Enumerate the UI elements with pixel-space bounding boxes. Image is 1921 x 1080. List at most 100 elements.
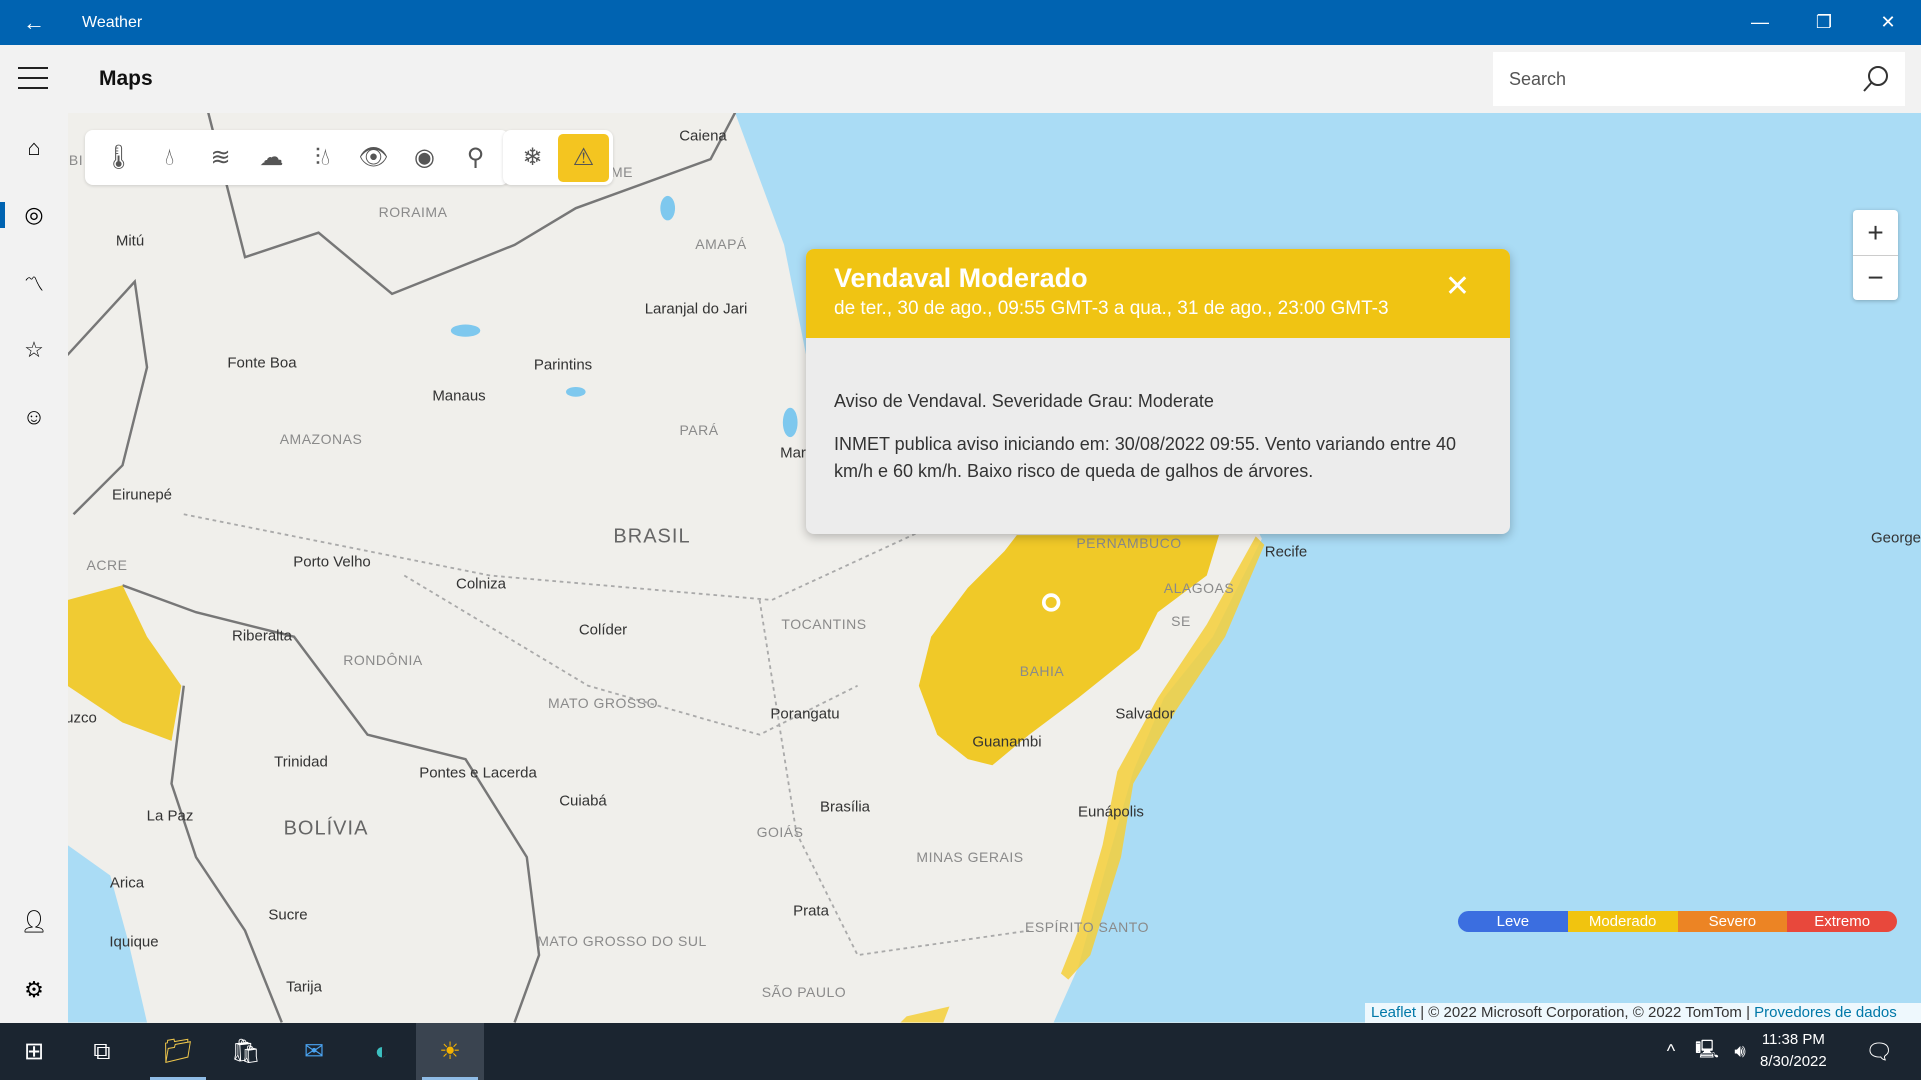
alert-severity: Aviso de Vendaval. Severidade Grau: Mode… — [834, 391, 1214, 411]
map-label: PARÁ — [679, 422, 719, 438]
map-label: ACRE — [86, 557, 128, 573]
visibility-icon[interactable]: 👁︎ — [348, 134, 399, 182]
hamburger-menu-icon[interactable] — [18, 67, 48, 89]
sidebar-item-forecast[interactable]: ⌂ — [0, 123, 68, 173]
map-attribution: Leaflet | © 2022 Microsoft Corporation, … — [1365, 1003, 1921, 1023]
notifications-button[interactable]: 🗨︎ — [1845, 1023, 1913, 1080]
map-label: Fonte Boa — [227, 354, 297, 372]
humidity-icon[interactable]: ⫶💧︎ — [297, 134, 348, 182]
zoom-in-button[interactable]: + — [1853, 210, 1898, 255]
alert-period: de ter., 30 de ago., 09:55 GMT-3 a qua.,… — [834, 298, 1389, 319]
map-label: Prata — [793, 902, 829, 920]
folder-icon: 📁︎ — [162, 1038, 194, 1065]
leaflet-link[interactable]: Leaflet — [1371, 1004, 1416, 1021]
snow-icon[interactable]: ❄ — [507, 134, 558, 182]
legend-moderado: Moderado — [1567, 911, 1678, 932]
map-label: Parintins — [533, 356, 593, 374]
search-input[interactable]: Search — [1493, 52, 1905, 106]
sidebar: ⌂ ◎ 〽 ☆ ☺ 👤︎ ⚙ — [0, 113, 68, 1023]
pressure-icon[interactable]: ◉ — [399, 134, 450, 182]
wind-icon[interactable]: ≋ — [195, 134, 246, 182]
edge-icon: ◐ — [374, 1037, 390, 1065]
map-label: George — [1870, 529, 1921, 547]
map-label: La Paz — [146, 807, 194, 825]
map-label: uzco — [68, 709, 97, 727]
start-button[interactable]: ⊞ — [0, 1023, 68, 1080]
map-label: AMAPÁ — [695, 236, 747, 252]
map-label: Colíder — [578, 621, 628, 639]
mail-button[interactable]: ✉ — [280, 1023, 348, 1080]
alert-title: Vendaval Moderado — [834, 263, 1088, 293]
edge-button[interactable]: ◐ — [348, 1023, 416, 1080]
weather-app-button[interactable]: ☀ — [416, 1023, 484, 1080]
map-label: Salvador — [1115, 705, 1175, 723]
sidebar-item-account[interactable]: 👤︎ — [0, 897, 68, 947]
map-label: SÃO PAULO — [761, 984, 847, 1000]
sidebar-item-settings[interactable]: ⚙ — [0, 965, 68, 1015]
temperature-icon[interactable]: 🌡︎ — [93, 134, 144, 182]
map-label: Mitú — [115, 232, 145, 250]
alert-popup: Vendaval Moderado de ter., 30 de ago., 0… — [806, 249, 1510, 534]
warning-icon[interactable]: ⚠ — [558, 133, 609, 182]
notification-icon: 🗨︎ — [1865, 1038, 1893, 1064]
severity-legend: Leve Moderado Severo Extremo — [1458, 911, 1897, 932]
search-icon[interactable] — [1861, 64, 1891, 94]
windows-icon: ⊞ — [23, 1038, 45, 1065]
map-label: ME — [611, 164, 633, 180]
map-label: Manaus — [432, 387, 486, 405]
map-label: Riberalta — [231, 627, 293, 645]
clock[interactable]: 11:38 PM 8/30/2022 — [1760, 1029, 1827, 1073]
sidebar-item-historical[interactable]: 〽 — [0, 257, 68, 307]
map-label: MATO GROSSO — [548, 695, 658, 711]
close-icon[interactable]: ✕ — [1445, 269, 1470, 304]
sidebar-item-favorites[interactable]: ☆ — [0, 325, 68, 375]
close-window-button[interactable]: ✕ — [1856, 0, 1920, 45]
map-label: Mar — [780, 444, 806, 462]
home-icon: ⌂ — [27, 135, 41, 160]
zoom-out-button[interactable]: − — [1853, 255, 1898, 300]
map-label: Laranjal do Jari — [644, 300, 748, 318]
map-label: Iquique — [109, 933, 159, 951]
map-label: Cuiabá — [559, 792, 607, 810]
map-label: MINAS GERAIS — [916, 849, 1024, 865]
map-label: ESPÍRITO SANTO — [1025, 919, 1149, 935]
map-label: BRASIL — [613, 525, 691, 548]
map-label: Sucre — [268, 906, 308, 924]
time: 11:38 PM — [1761, 1031, 1825, 1048]
app-title: Weather — [82, 13, 143, 31]
task-view-icon: ⧉ — [93, 1037, 111, 1065]
task-view-button[interactable]: ⧉ — [68, 1023, 136, 1080]
alert-toolbar: ❄ ⚠ — [503, 130, 613, 185]
sidebar-item-feedback[interactable]: ☺ — [0, 392, 68, 442]
map-label: Porto Velho — [293, 553, 371, 571]
person-icon: 👤︎ — [20, 909, 48, 934]
minimize-button[interactable]: — — [1728, 0, 1792, 45]
weather-sun-icon: ☀ — [439, 1038, 461, 1065]
radar-icon: ◎ — [24, 202, 44, 227]
taskbar: ⊞ ⧉ 📁︎ 🛍︎ ✉ ◐ ☀ ^ 🖳 🔊︎ 11:38 PM 8/30/202… — [0, 1023, 1921, 1080]
map-label: Brasília — [819, 798, 871, 816]
sidebar-item-maps[interactable]: ◎ — [0, 190, 68, 240]
gear-icon: ⚙ — [24, 977, 44, 1002]
attribution-text: | © 2022 Microsoft Corporation, © 2022 T… — [1416, 1004, 1755, 1021]
pollen-icon[interactable]: ⚲ — [450, 134, 501, 182]
restore-button[interactable]: ❐ — [1792, 0, 1856, 45]
chart-icon: 〽 — [24, 273, 44, 296]
layer-toolbar: 🌡︎ 💧︎ ≋ ☁︎ ⫶💧︎ 👁︎ ◉ ⚲ — [85, 130, 509, 185]
cloud-icon[interactable]: ☁︎ — [246, 134, 297, 182]
map-label: BI — [68, 152, 84, 168]
data-providers-link[interactable]: Provedores de dados — [1754, 1004, 1897, 1021]
map-label: Porangatu — [770, 705, 840, 723]
map-label: PERNAMBUCO — [1076, 535, 1182, 551]
map-label: Pontes e Lacerda — [419, 764, 537, 782]
back-button[interactable]: ← — [0, 10, 68, 36]
map-label: SE — [1171, 613, 1191, 629]
map-label: Arica — [109, 874, 145, 892]
store-icon: 🛍︎ — [230, 1038, 262, 1065]
precipitation-icon[interactable]: 💧︎ — [144, 134, 195, 182]
zoom-control: + − — [1853, 210, 1898, 300]
map-label: ALAGOAS — [1163, 580, 1235, 596]
map-label: AMAZONAS — [279, 431, 363, 447]
store-button[interactable]: 🛍︎ — [212, 1023, 280, 1080]
file-explorer-button[interactable]: 📁︎ — [144, 1023, 212, 1080]
